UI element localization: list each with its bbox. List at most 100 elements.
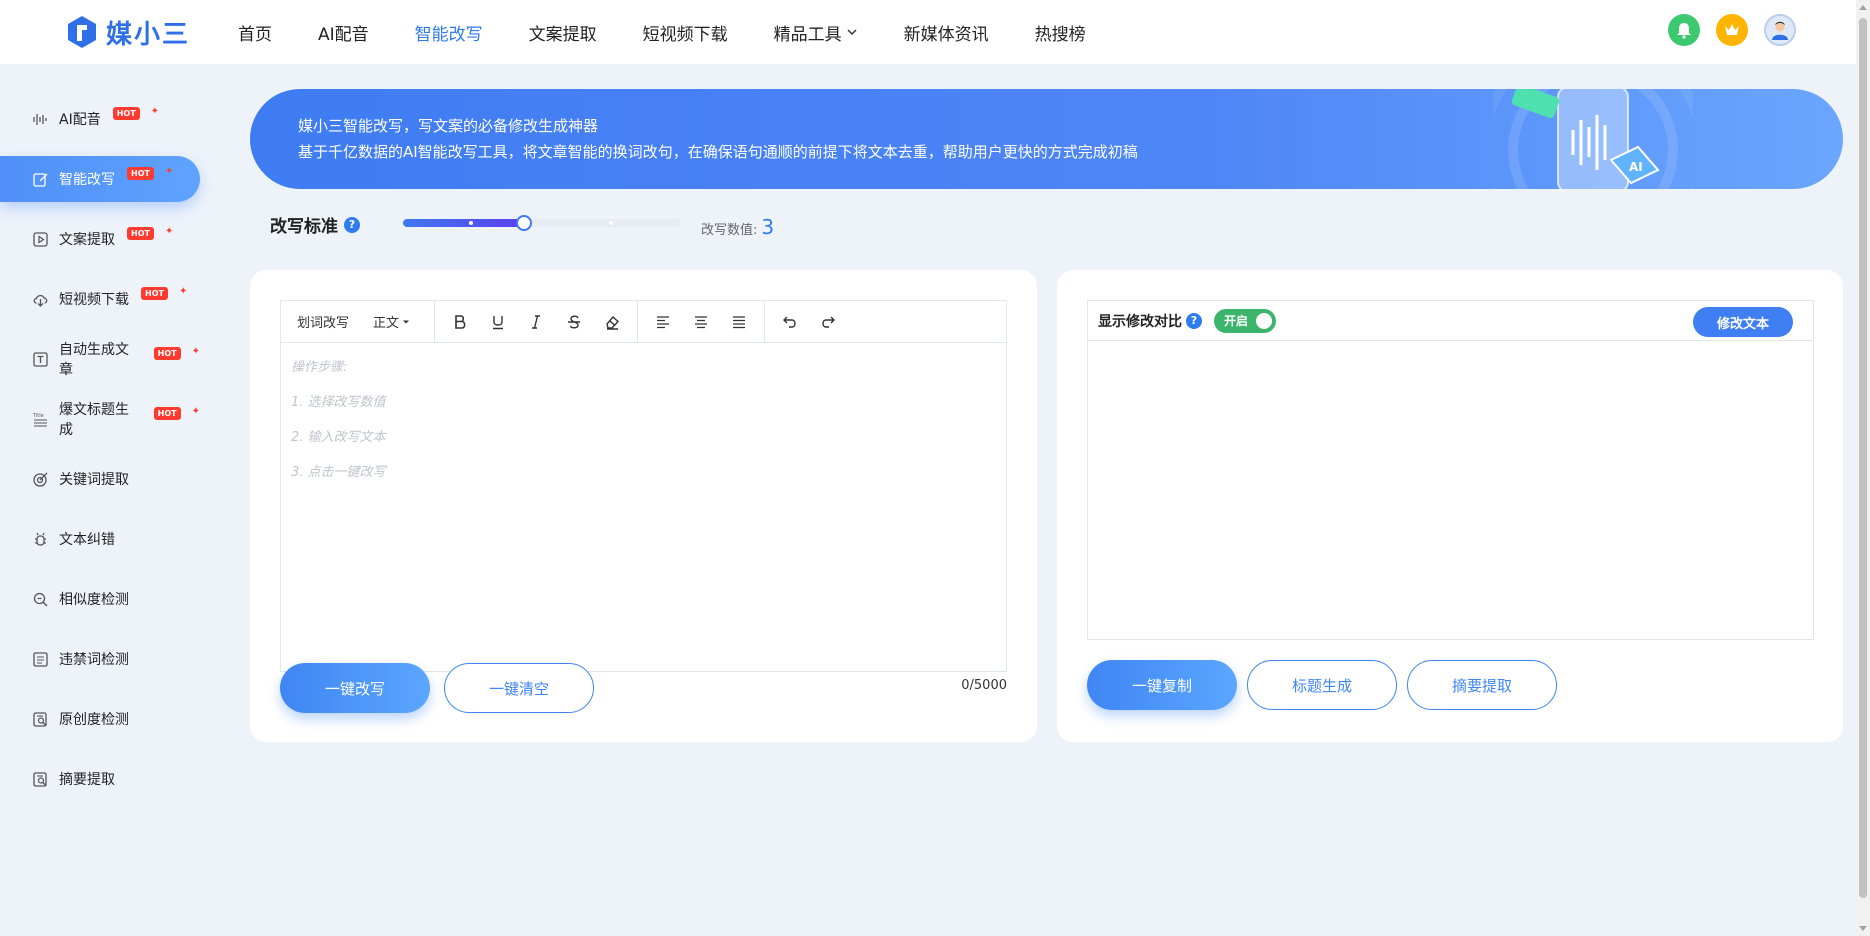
sidebar-item-similarity-check[interactable]: 相似度检测 [0, 576, 200, 622]
placeholder-line: 3. 点击一键改写 [291, 465, 386, 480]
hot-badge: HOT [141, 286, 168, 300]
nav-video-download[interactable]: 短视频下载 [643, 20, 728, 45]
cloud-download-icon [33, 294, 48, 307]
italic-icon[interactable] [523, 309, 549, 335]
logo-icon [68, 16, 96, 48]
nav-label: 智能改写 [414, 24, 483, 45]
align-left-icon[interactable] [650, 309, 676, 335]
nav-smart-rewrite[interactable]: 智能改写 [415, 20, 483, 45]
compare-toggle[interactable]: 开启 [1214, 308, 1276, 333]
paragraph-style-select[interactable]: 正文 [373, 312, 410, 331]
compare-label: 显示修改对比 ? [1098, 311, 1202, 331]
nav-hot-search[interactable]: 热搜榜 [1035, 20, 1086, 45]
sidebar-item-label: 爆文标题生成 [59, 402, 129, 438]
avatar[interactable] [1764, 14, 1796, 46]
slider-handle[interactable] [516, 215, 532, 231]
sidebar-item-label: 相似度检测 [59, 592, 129, 608]
char-counter: 0/5000 [961, 678, 1007, 693]
sidebar-item-label: 关键词提取 [59, 472, 129, 488]
title-generate-button[interactable]: 标题生成 [1247, 660, 1397, 710]
caret-down-icon [403, 320, 410, 323]
nav-ai-dubbing[interactable]: AI配音 [318, 20, 369, 45]
logo-text: 媒小三 [106, 19, 191, 50]
nav-label: 短视频下载 [642, 24, 728, 45]
sidebar-item-video-download[interactable]: 短视频下载 HOT ✦ [0, 276, 200, 322]
nav-media-news[interactable]: 新媒体资讯 [904, 20, 989, 45]
sidebar-item-label: 原创度检测 [59, 712, 129, 728]
placeholder-line: 1. 选择改写数值 [291, 395, 386, 410]
editor-toolbar: 划词改写 正文 [281, 300, 1006, 343]
ai-illustration-icon: AI [1493, 89, 1693, 189]
sidebar-item-ai-dubbing[interactable]: AI配音 HOT ✦ [0, 96, 200, 142]
sidebar-item-title-generate[interactable]: Title 爆文标题生成 HOT ✦ [0, 396, 200, 442]
bug-icon [35, 532, 46, 546]
scroll-thumb[interactable] [1859, 18, 1867, 898]
hot-badge: HOT [127, 226, 154, 240]
scroll-up-icon[interactable] [1859, 5, 1867, 10]
help-icon[interactable]: ? [1186, 312, 1202, 329]
sidebar-item-keyword-extract[interactable]: 关键词提取 [0, 456, 200, 502]
rewrite-value-label: 改写数值: [701, 223, 758, 238]
sidebar-item-summary-extract[interactable]: 摘要提取 [0, 756, 200, 802]
hot-badge: HOT [112, 106, 140, 120]
eraser-icon[interactable] [599, 309, 625, 335]
title-icon: Title [32, 413, 47, 427]
nav-premium-tools[interactable]: 精品工具 [774, 20, 858, 45]
nav-copy-extract[interactable]: 文案提取 [529, 20, 597, 45]
word-rewrite-tool[interactable]: 划词改写 [297, 312, 349, 331]
redo-icon[interactable] [815, 309, 841, 335]
sidebar-item-label: 自动生成文章 [59, 342, 129, 378]
sidebar-item-auto-article[interactable]: 自动生成文章 HOT ✦ [0, 336, 200, 382]
sparkle-icon: ✦ [164, 225, 174, 237]
result-box: 显示修改对比 ? 开启 修改文本 [1087, 300, 1814, 640]
logo[interactable]: 媒小三 [66, 14, 190, 50]
sidebar-item-text-correct[interactable]: 文本纠错 [0, 516, 200, 562]
sidebar-item-banned-word-check[interactable]: 违禁词检测 [0, 636, 200, 682]
crown-icon[interactable] [1716, 14, 1748, 46]
editor-content[interactable]: 操作步骤: 1. 选择改写数值 2. 输入改写文本 3. 点击一键改写 [281, 343, 1006, 515]
sidebar-item-smart-rewrite[interactable]: 智能改写 HOT ✦ [0, 156, 200, 202]
hot-badge: HOT [153, 346, 181, 360]
target-icon [33, 472, 48, 487]
sidebar: AI配音 HOT ✦ 智能改写 HOT ✦ 文案提取 HOT ✦ 短视频下载 HOT ✦… [0, 64, 220, 936]
text-box-icon [33, 351, 48, 367]
top-icons [1668, 14, 1796, 46]
one-click-copy-button[interactable]: 一键复制 [1087, 660, 1237, 710]
list-box-icon [33, 651, 48, 667]
rewrite-standard-text: 改写标准 [270, 217, 338, 237]
search-icon [33, 592, 48, 607]
strikethrough-icon[interactable] [561, 309, 587, 335]
one-click-rewrite-button[interactable]: 一键改写 [280, 663, 430, 713]
top-navbar: 媒小三 首页 AI配音 智能改写 文案提取 短视频下载 精品工具 新媒体资讯 热… [0, 0, 1856, 64]
rich-text-editor: 划词改写 正文 操作步骤: 1. 选择改写数值 2. 输入改写文本 3. 点击一… [280, 300, 1007, 672]
summary-extract-button[interactable]: 摘要提取 [1407, 660, 1557, 710]
result-header: 显示修改对比 ? 开启 修改文本 [1088, 301, 1813, 341]
align-center-icon[interactable] [688, 309, 714, 335]
slider-tick [609, 221, 613, 225]
svg-text:AI: AI [1629, 160, 1643, 174]
scrollbar[interactable] [1856, 0, 1870, 936]
compare-label-text: 显示修改对比 [1098, 313, 1182, 330]
nav-label: AI配音 [318, 24, 369, 45]
hot-badge: HOT [153, 406, 181, 420]
align-justify-icon[interactable] [726, 309, 752, 335]
one-click-clear-button[interactable]: 一键清空 [444, 663, 594, 713]
sidebar-item-label: 违禁词检测 [59, 652, 129, 668]
placeholder-line: 2. 输入改写文本 [291, 430, 386, 445]
bold-icon[interactable] [447, 309, 473, 335]
banner-subtitle: 基于千亿数据的AI智能改写工具，将文章智能的换词改句，在确保语句通顺的前提下将文… [298, 143, 1138, 161]
undo-icon[interactable] [777, 309, 803, 335]
sparkle-icon: ✦ [178, 285, 188, 297]
input-panel: 划词改写 正文 操作步骤: 1. 选择改写数值 2. 输入改写文本 3. 点击一… [250, 270, 1037, 742]
rewrite-slider[interactable] [403, 215, 681, 231]
underline-icon[interactable] [485, 309, 511, 335]
sparkle-icon: ✦ [191, 405, 200, 417]
sidebar-item-label: 文案提取 [59, 232, 115, 248]
nav-home[interactable]: 首页 [238, 20, 272, 45]
help-icon[interactable]: ? [344, 216, 360, 233]
sidebar-item-originality-check[interactable]: 原创度检测 [0, 696, 200, 742]
bell-icon[interactable] [1668, 14, 1700, 46]
sidebar-item-copy-extract[interactable]: 文案提取 HOT ✦ [0, 216, 200, 262]
scroll-down-icon[interactable] [1859, 926, 1867, 931]
modify-text-button[interactable]: 修改文本 [1693, 307, 1793, 337]
